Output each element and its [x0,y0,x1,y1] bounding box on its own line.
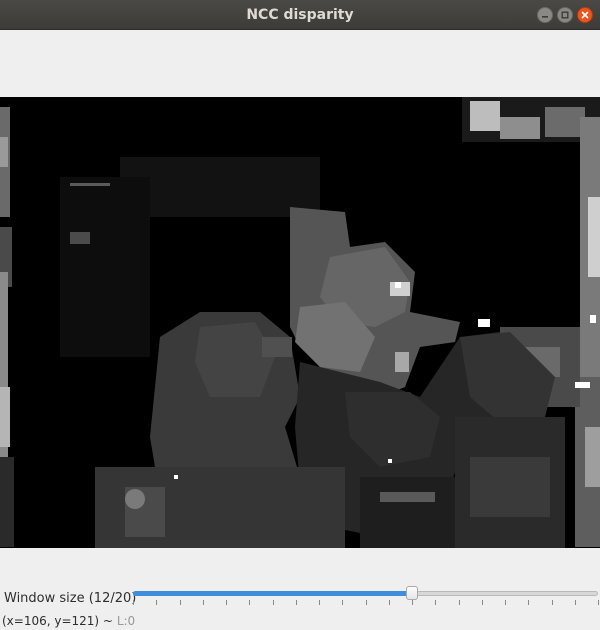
trackbar-tick [528,600,529,605]
trackbar-tick [435,600,436,605]
window-titlebar[interactable]: NCC disparity [0,0,600,30]
trackbar-tick [226,600,227,605]
trackbar-tick [296,600,297,605]
disparity-map [0,97,600,548]
trackbar-tick [249,600,250,605]
trackbar-tick [342,600,343,605]
close-button[interactable] [577,7,593,23]
trackbar-tick [482,600,483,605]
trackbar-tick [180,600,181,605]
trackbar-tick [505,600,506,605]
trackbar-tick [366,600,367,605]
statusbar: (x=106, y=121) ~ L:0 [0,613,600,630]
disparity-image[interactable] [0,97,600,548]
trackbar-tick [598,600,599,605]
trackbar-handle[interactable] [406,586,418,600]
trackbar-ticks [133,600,599,606]
trackbar-tick [319,600,320,605]
trackbar-tick [389,600,390,605]
close-icon [581,11,589,19]
trackbar-tick [575,600,576,605]
minimize-button[interactable] [537,7,553,23]
minimize-icon [542,16,548,18]
trackbar-fill [133,591,412,596]
status-coordinates: (x=106, y=121) ~ [2,614,113,628]
trackbar-tick [203,600,204,605]
trackbar-tick [133,600,134,605]
maximize-icon [561,11,569,19]
trackbar-tick [156,600,157,605]
trackbar-tick [552,600,553,605]
window-title: NCC disparity [246,7,354,23]
toolbar-area [0,30,600,97]
status-level: L:0 [116,614,136,628]
window-size-trackbar[interactable]: Window size (12/20) [0,585,600,613]
trackbar-label: Window size (12/20) [4,591,137,606]
trackbar-tick [273,600,274,605]
trackbar-tick [459,600,460,605]
trackbar-tick [412,600,413,605]
maximize-button[interactable] [557,7,573,23]
